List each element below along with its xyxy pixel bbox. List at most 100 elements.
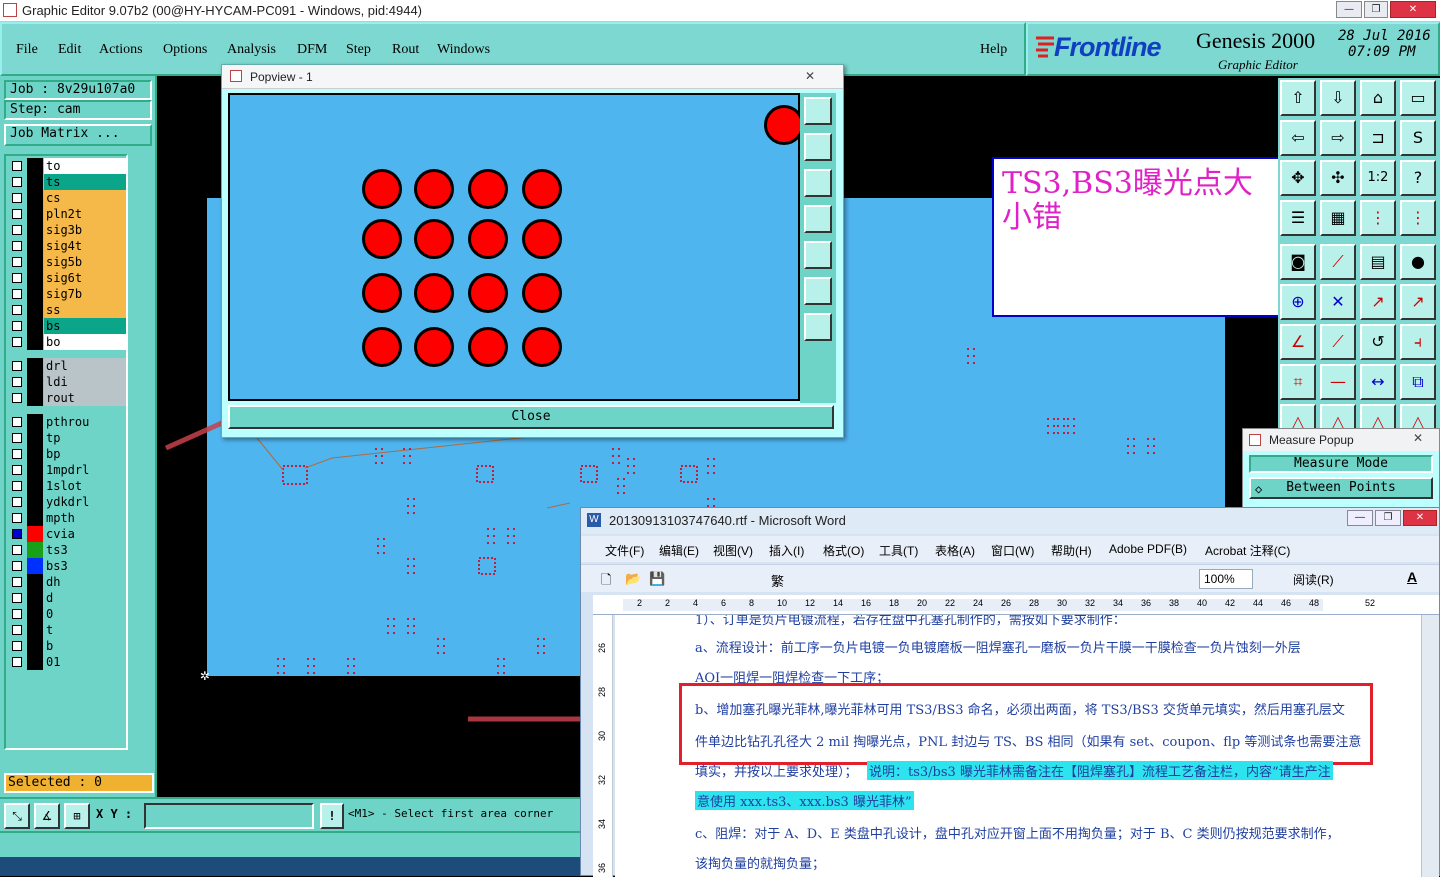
word-menu-insert[interactable]: 插入(I) <box>769 542 804 559</box>
tool-dimension-icon[interactable]: ↔ <box>1360 364 1396 400</box>
tool-scale-icon[interactable]: 1:2 <box>1360 160 1396 196</box>
tool-right-icon[interactable]: ⇨ <box>1320 120 1356 156</box>
status-bar <box>0 831 580 857</box>
tool-left-icon[interactable]: ⇦ <box>1280 120 1316 156</box>
ruler-tick: 40 <box>1197 598 1208 608</box>
tool-snap-icon[interactable]: ☰ <box>1280 200 1316 236</box>
pad-r4-c3 <box>468 327 508 367</box>
tool-triangle2-icon[interactable]: △ <box>1320 404 1356 431</box>
tool-node-icon[interactable]: ⌗ <box>1280 364 1316 400</box>
tool-line-icon[interactable]: ⟋ <box>1320 244 1356 280</box>
word-menu-table[interactable]: 表格(A) <box>935 542 975 559</box>
ruler-tick: 44 <box>1253 598 1264 608</box>
zoom-area-icon[interactable]: ⤡ <box>4 803 30 829</box>
measure-mode-select[interactable]: ◇ Between Points <box>1249 477 1433 499</box>
grid-snap-icon[interactable]: ⊞ <box>64 803 90 829</box>
zoom-home-icon[interactable] <box>804 313 832 341</box>
tool-cross-icon[interactable]: ✕ <box>1320 284 1356 320</box>
tool-zoom-out-icon[interactable]: ✣ <box>1320 160 1356 196</box>
traditional-chinese-icon[interactable]: 繁 <box>771 571 784 590</box>
xy-coordinate-input[interactable] <box>144 803 314 829</box>
tool-home-icon[interactable]: ⌂ <box>1360 80 1396 116</box>
word-menu-window[interactable]: 窗口(W) <box>991 542 1034 559</box>
crosshair-cursor-icon: ✲ <box>200 665 210 684</box>
pad-r1-c2 <box>414 169 454 209</box>
ruler-tick: 24 <box>973 598 984 608</box>
popview-close-button[interactable]: Close <box>228 405 834 429</box>
word-menu-adobe-pdf[interactable]: Adobe PDF(B) <box>1109 542 1187 556</box>
word-menu-tools[interactable]: 工具(T) <box>879 542 918 559</box>
zoom-window-icon[interactable] <box>804 97 832 125</box>
tool-ruler-icon[interactable]: ▤ <box>1360 244 1396 280</box>
pan-down-icon[interactable] <box>804 169 832 197</box>
tool-down-icon[interactable]: ⇩ <box>1320 80 1356 116</box>
tool-screen-icon[interactable]: ▭ <box>1400 80 1436 116</box>
pan-right-icon[interactable] <box>804 241 832 269</box>
popview-window: Popview - 1 ✕ Close <box>221 64 844 438</box>
word-menu-format[interactable]: 格式(O) <box>823 542 864 559</box>
ruler-tick: 32 <box>1085 598 1096 608</box>
word-minimize-button[interactable]: — <box>1347 510 1373 526</box>
pad-r2-c1 <box>362 219 402 259</box>
doc-line-5: 件单边比钻孔孔径大 2 mil 掏曝光点，PNL 封边与 TS、BS 相同（如果… <box>695 735 1362 750</box>
tool-select-alt-icon[interactable]: ⋮ <box>1400 200 1436 236</box>
tool-group-icon[interactable]: ⧉ <box>1400 364 1436 400</box>
tool-diag-icon[interactable]: ↗ <box>1360 284 1396 320</box>
measure-close-icon[interactable]: ✕ <box>1403 431 1433 445</box>
word-vertical-scrollbar[interactable] <box>1421 615 1439 877</box>
tool-measure-icon[interactable]: ⊕ <box>1280 284 1316 320</box>
pad-r2-c3 <box>468 219 508 259</box>
tool-circle-icon[interactable]: ● <box>1400 244 1436 280</box>
pan-up-icon[interactable] <box>804 133 832 161</box>
word-menu-file[interactable]: 文件(F) <box>605 542 644 559</box>
document-page[interactable]: 1）、订单是负片电镀流程，若存在盘中孔塞孔制作的，需按如下要求制作： a、流程设… <box>615 615 1421 877</box>
tool-bracket-icon[interactable]: ⫞ <box>1400 324 1436 360</box>
zoom-fit-icon[interactable] <box>804 277 832 305</box>
pad-r4-c2 <box>414 327 454 367</box>
tool-pad-icon[interactable]: ◙ <box>1280 244 1316 280</box>
tool-draw-icon[interactable]: ⟋ <box>1320 324 1356 360</box>
popview-canvas[interactable] <box>228 93 804 401</box>
popview-close-icon[interactable]: ✕ <box>792 67 828 85</box>
word-menu-view[interactable]: 视图(V) <box>713 542 753 559</box>
word-menu-edit[interactable]: 编辑(E) <box>659 542 699 559</box>
tool-diag-alt-icon[interactable]: ↗ <box>1400 284 1436 320</box>
save-icon[interactable]: 💾 <box>649 571 665 587</box>
word-close-button[interactable]: ✕ <box>1403 510 1437 526</box>
vertical-ruler-tick: 28 <box>597 686 608 698</box>
alert-icon[interactable]: ! <box>320 803 344 829</box>
tool-triangle3-icon[interactable]: △ <box>1360 404 1396 431</box>
tool-triangle-icon[interactable]: △ <box>1280 404 1316 431</box>
tool-arc-icon[interactable]: ↺ <box>1360 324 1396 360</box>
tool-select-red-icon[interactable]: ⋮ <box>1360 200 1396 236</box>
ruler-tick: 2 <box>637 598 643 608</box>
word-title: 20130913103747640.rtf - Microsoft Word <box>609 513 846 528</box>
tool-zoom-in-icon[interactable]: ✥ <box>1280 160 1316 196</box>
pad-partial <box>764 105 804 145</box>
pan-left-icon[interactable] <box>804 205 832 233</box>
ruler-tick: 48 <box>1309 598 1320 608</box>
tool-redraw-icon[interactable]: S <box>1400 120 1436 156</box>
angle-icon[interactable]: ∡ <box>34 803 60 829</box>
read-mode-button[interactable]: 阅读(R) <box>1293 571 1334 588</box>
tool-hline-icon[interactable]: — <box>1320 364 1356 400</box>
ruler-tick: 18 <box>889 598 900 608</box>
new-doc-icon[interactable]: 🗋 <box>601 571 611 593</box>
word-menu-help[interactable]: 帮助(H) <box>1051 542 1092 559</box>
tool-help-icon[interactable]: ? <box>1400 160 1436 196</box>
ruler-tick: 12 <box>805 598 816 608</box>
word-menu-acrobat[interactable]: Acrobat 注释(C) <box>1205 542 1290 559</box>
tool-angle-icon[interactable]: ∠ <box>1280 324 1316 360</box>
word-menubar: 文件(F) 编辑(E) 视图(V) 插入(I) 格式(O) 工具(T) 表格(A… <box>581 536 1439 562</box>
ruler-tick: 10 <box>777 598 788 608</box>
tool-grid-icon[interactable]: ▦ <box>1320 200 1356 236</box>
zoom-select[interactable]: 100% <box>1199 569 1253 589</box>
font-color-icon[interactable]: A <box>1407 569 1417 585</box>
tool-triangle4-icon[interactable]: △ <box>1400 404 1436 431</box>
tool-up-icon[interactable]: ⇧ <box>1280 80 1316 116</box>
word-restore-button[interactable]: ❐ <box>1375 510 1401 526</box>
open-folder-icon[interactable]: 📂 <box>625 571 641 587</box>
mouse-hint: <M1> - Select first area corner <box>348 807 554 820</box>
doc-line-2: a、流程设计：前工序一负片电镀一负电镀磨板一阻焊塞孔一磨板一负片干膜一干膜检查一… <box>695 641 1301 656</box>
tool-mirror-icon[interactable]: ⊐ <box>1360 120 1396 156</box>
